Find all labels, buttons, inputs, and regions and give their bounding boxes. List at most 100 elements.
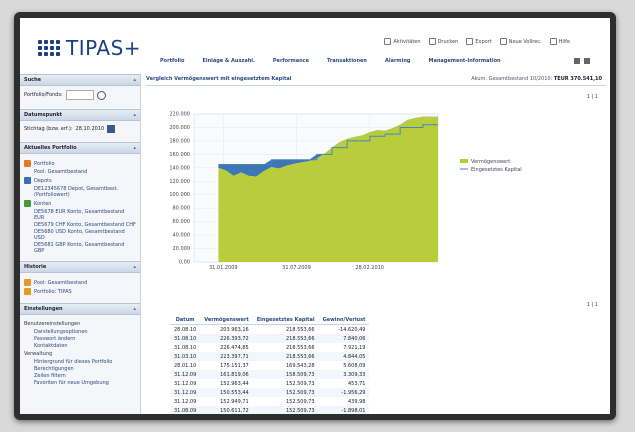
admin-link[interactable]: Berechtigungen [24,366,136,372]
table-cell: -1.898,01 [318,406,370,414]
table-cell: -14.620,49 [338,326,366,333]
table-cell: 218.553,66 [252,352,319,361]
toplink-vollrec[interactable]: Neue Vollrec. [499,38,542,45]
table-cell: 152.509,73 [252,388,319,397]
admin-link[interactable]: Favoriten für neue Umgebung [24,380,136,386]
table-cell: 161.819,06 [200,370,253,379]
table-cell: 150.611,72 [200,406,253,414]
tree-portfolio[interactable]: Portfolio [24,160,136,167]
logo[interactable]: TIPAS+ [38,36,141,60]
comparison-chart: 0,00 20.000 40.000 60.000 80.000 100.000 120.0… [169,112,521,272]
save-page-icon[interactable] [584,58,590,64]
table-row[interactable]: 31.12.09 152.963,44 152.509,73 453,71 [170,379,369,388]
chart-pager[interactable]: 1 | 1 [587,94,598,100]
nav-portfolio[interactable]: Portfolio [160,58,184,64]
table-header-row: Datum Vermögenswert Eingesetztes Kapital… [170,316,370,325]
x-tick-label: 31.07.2009 [282,265,311,271]
tree-portfolio-sub[interactable]: Pool: Gesamtbestand [24,169,136,175]
panel-aktuelles-header[interactable]: Aktuelles Portfolio ▴ [20,142,140,154]
tree-depot-sub[interactable]: DE12345678 Depot, Gesamtbest. (Portfolio… [24,186,136,198]
settings-link[interactable]: Darstellungsoptionen [24,329,136,335]
header: TIPAS+ Aktivitäten Drucken Export Neue V… [20,18,610,70]
table-cell: 152.509,73 [285,380,315,387]
nav-einlage[interactable]: Einlage & Auszahl. [202,58,254,64]
toplink-aktivitaeten[interactable]: Aktivitäten [384,38,421,45]
settings-link[interactable]: Passwort ändern [24,336,136,342]
y-tick-label: 120.000 [169,179,190,185]
collapse-icon[interactable]: ▴ [133,75,136,85]
tree-depots[interactable]: Depots [24,177,136,184]
panel-einstellungen-header[interactable]: Einstellungen ▴ [20,303,140,315]
settings-link[interactable]: Kontaktdaten [24,343,136,349]
col-datum[interactable]: Datum [170,316,201,325]
calendar-icon[interactable] [107,125,116,133]
tree-konto-sub[interactable]: DE5679 CHF Konto, Gesamtbestand CHF [24,222,136,228]
search-icon[interactable] [96,90,106,100]
table-row[interactable]: 31.12.09 150.553,44 152.509,73 -1.956,29 [170,388,370,397]
table-pager[interactable]: 1 | 1 [587,302,598,308]
collapse-icon[interactable]: ▴ [133,262,136,272]
nav-management[interactable]: Management-Information [429,58,501,64]
tree-konto-sub[interactable]: DE5681 GBP Konto, Gesamtbestand GBP [24,242,136,254]
table-row[interactable]: 31.12.09 152.949,71 152.509,73 439,98 [170,397,369,406]
date-value[interactable]: 28.10.2010 [76,126,105,132]
table-cell: 218.553,66 [285,326,315,333]
nav-alarming[interactable]: Alarming [385,58,411,64]
app-window: TIPAS+ Aktivitäten Drucken Export Neue V… [20,18,610,414]
nav-transaktionen[interactable]: Transaktionen [327,58,367,64]
history-item[interactable]: Pool: Gesamtbestand [24,279,136,286]
toplink-export[interactable]: Export [466,38,492,45]
panel-suche-header[interactable]: Suche ▴ [20,74,140,86]
table-row[interactable]: 31.08.10 226.474,85 218.553,66 7.921,19 [170,343,369,352]
summary-info: Akum. Gesamtbestand 10/2010: TEUR 370.54… [471,76,602,82]
export-icon [466,38,474,45]
toplink-hilfe[interactable]: Hilfe [549,38,570,45]
table-row[interactable]: 31.03.10 223.397,71 218.553,66 4.844,05 [170,352,370,361]
collapse-icon[interactable]: ▴ [133,110,136,120]
col-gewinn[interactable]: Gewinn/Verlust [318,316,370,325]
table-cell: 28.08.10 [174,326,197,333]
portfolio-icon [24,160,31,167]
history-icon [24,288,31,295]
table-cell: 28.01.10 [174,362,197,369]
collapse-icon[interactable]: ▴ [133,143,136,153]
table-row[interactable]: 31.12.09 161.819,06 158.509,73 3.309,33 [170,370,370,379]
print-page-icon[interactable] [574,58,580,64]
tree-konto-sub[interactable]: DE5678 EUR Konto, Gesamtbestand EUR [24,209,136,221]
tree-konto-sub[interactable]: DE5680 USD Konto, Gesamtbestand USD [24,229,136,241]
table-row[interactable]: 28.01.10 175.151,37 169.543,28 5.608,09 [170,361,369,370]
search-input[interactable] [65,90,94,100]
table-cell: 31.12.09 [174,398,197,405]
x-tick-label: 31.01.2009 [209,265,238,271]
refresh-icon [499,38,507,45]
tree-konten[interactable]: Konten [24,200,136,207]
col-kapital[interactable]: Eingesetztes Kapital [252,316,319,325]
table-cell: 152.509,73 [252,406,319,414]
y-tick-label: 0,00 [179,260,190,266]
table-cell: 218.553,66 [252,334,319,343]
collapse-icon[interactable]: ▴ [133,304,136,314]
table-cell: 31.08.10 [170,334,201,343]
toplink-drucken[interactable]: Drucken [428,38,458,45]
table-cell: 31.08.09 [170,406,201,414]
table-row[interactable]: 31.08.09 150.611,72 152.509,73 -1.898,01 [170,406,370,414]
table-cell: 5.608,09 [343,362,366,369]
nav-icons [574,58,590,64]
admin-link[interactable]: Hintergrund für dieses Portfolio [24,359,136,365]
help-icon [549,38,557,45]
table-cell: 158.509,73 [252,370,319,379]
history-item[interactable]: Portfolio: TIPAS [24,288,136,295]
table-cell: 3.309,33 [318,370,370,379]
table-cell: 31.12.09 [170,370,201,379]
col-vermoegen[interactable]: Vermögenswert [200,316,253,325]
table-row[interactable]: 28.08.10 203.963,16 218.553,66 -14.620,49 [170,325,369,335]
nav-performance[interactable]: Performance [273,58,309,64]
panel-datum-header[interactable]: Datumspunkt ▴ [20,109,140,121]
page-title: Vergleich Vermögenswert mit eingesetztem… [146,76,292,82]
panel-historie-header[interactable]: Historie ▴ [20,261,140,273]
admin-link[interactable]: Zeilen filtern [24,373,136,379]
legend-label: Vermögenswert [471,159,510,165]
table-row[interactable]: 31.08.10 226.393,72 218.553,66 7.840,06 [170,334,370,343]
logo-text: TIPAS+ [66,36,142,60]
y-tick-label: 180.000 [169,138,190,144]
